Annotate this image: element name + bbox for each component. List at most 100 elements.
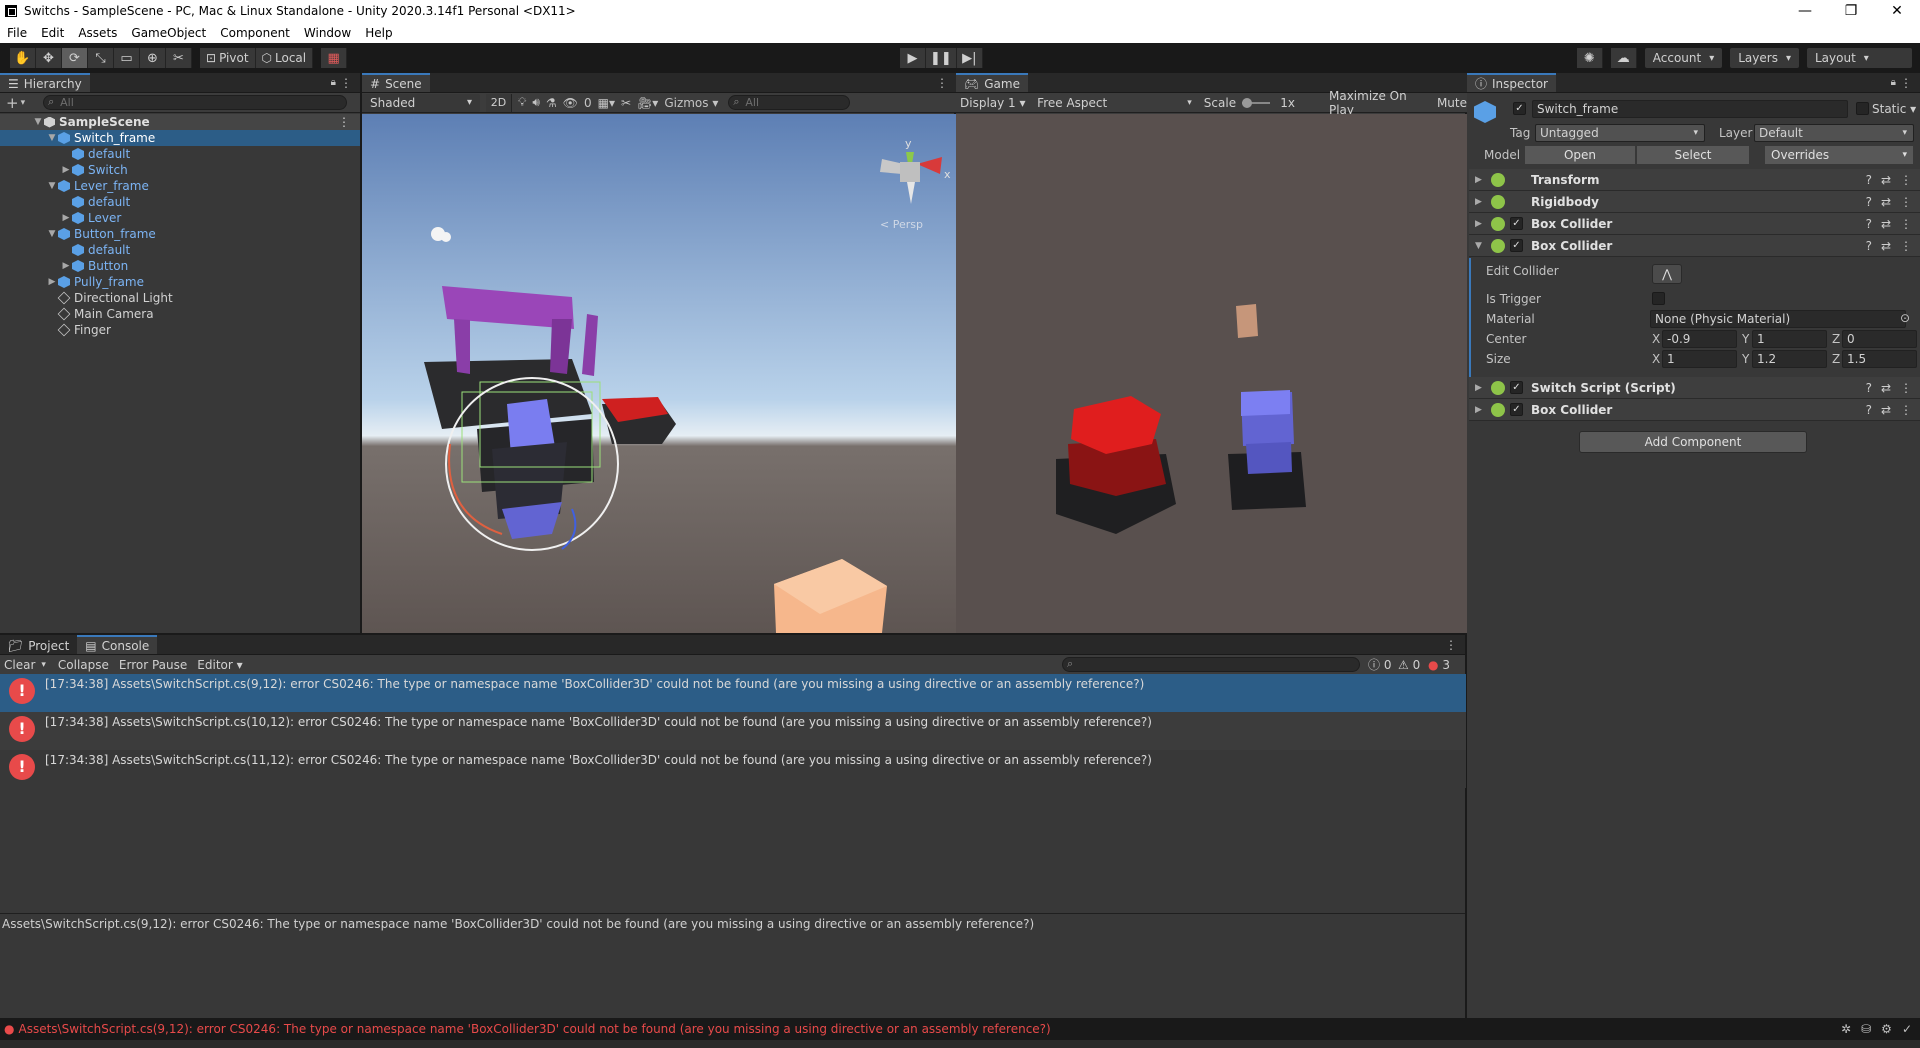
panel-menu-icon[interactable]: ⋮ bbox=[340, 76, 352, 90]
hierarchy-item[interactable]: ▼ Button_frame bbox=[0, 226, 360, 242]
persp-label[interactable]: < Persp bbox=[880, 218, 923, 231]
clear-button[interactable]: Clear bbox=[0, 658, 39, 672]
visibility-icon[interactable]: 👁︎ bbox=[563, 96, 578, 110]
foldout-arrow-icon[interactable]: ▶ bbox=[1475, 175, 1489, 185]
console-log-entry[interactable]: ! [17:34:38] Assets\SwitchScript.cs(9,12)… bbox=[0, 674, 1466, 712]
scene-viewport[interactable]: y x < Persp bbox=[362, 114, 956, 633]
material-picker-icon[interactable]: ⊙ bbox=[1900, 311, 1910, 325]
context-menu-icon[interactable]: ⋮ bbox=[1900, 195, 1912, 209]
camera-settings-icon[interactable]: 🎥︎▾ bbox=[637, 96, 658, 110]
presets-icon[interactable]: ⇄ bbox=[1881, 217, 1891, 231]
component-header[interactable]: ▶ ✓ Switch Script (Script)? ⇄ ⋮ bbox=[1469, 377, 1920, 399]
effects-toggle-icon[interactable]: ⚗ bbox=[546, 96, 557, 110]
scene-search-input[interactable]: All bbox=[728, 95, 851, 110]
help-icon[interactable]: ? bbox=[1866, 173, 1872, 187]
help-icon[interactable]: ? bbox=[1866, 195, 1872, 209]
component-header[interactable]: ▶ Transform? ⇄ ⋮ bbox=[1469, 169, 1920, 191]
hierarchy-item[interactable]: ▼ Lever_frame bbox=[0, 178, 360, 194]
hierarchy-item[interactable]: default bbox=[0, 194, 360, 210]
hand-tool-icon[interactable]: ✋ bbox=[10, 48, 36, 68]
tab-scene[interactable]: # Scene bbox=[362, 73, 430, 92]
center-z-field[interactable]: 0 bbox=[1842, 330, 1917, 348]
context-menu-icon[interactable]: ⋮ bbox=[1900, 403, 1912, 417]
size-x-field[interactable]: 1 bbox=[1662, 350, 1737, 368]
menu-file[interactable]: File bbox=[0, 26, 34, 40]
account-dropdown[interactable]: Account bbox=[1644, 48, 1723, 68]
scene-tools-icon[interactable]: ✂ bbox=[621, 96, 631, 110]
presets-icon[interactable]: ⇄ bbox=[1881, 239, 1891, 253]
expand-arrow-icon[interactable]: ▶ bbox=[60, 165, 72, 175]
scale-tool-icon[interactable]: ⤡ bbox=[88, 48, 114, 68]
expand-arrow-icon[interactable]: ▼ bbox=[46, 181, 58, 191]
component-enabled-checkbox[interactable]: ✓ bbox=[1510, 239, 1523, 252]
lock-icon[interactable]: 🔒︎ bbox=[331, 77, 336, 88]
editor-dropdown[interactable]: Editor ▾ bbox=[193, 658, 246, 672]
menu-gameobject[interactable]: GameObject bbox=[124, 26, 213, 40]
help-icon[interactable]: ? bbox=[1866, 403, 1872, 417]
finger-object[interactable] bbox=[1236, 304, 1258, 338]
object-name-input[interactable]: Switch_frame bbox=[1532, 100, 1848, 118]
context-menu-icon[interactable]: ⋮ bbox=[1900, 217, 1912, 231]
auto-generate-lighting-icon[interactable]: ✲ bbox=[1841, 1022, 1851, 1036]
pause-button[interactable]: ❚❚ bbox=[926, 48, 957, 68]
expand-arrow-icon[interactable]: ▼ bbox=[32, 117, 44, 127]
tab-hierarchy[interactable]: ☰ Hierarchy bbox=[0, 73, 90, 92]
center-x-field[interactable]: -0.9 bbox=[1662, 330, 1737, 348]
expand-arrow-icon[interactable]: ▶ bbox=[60, 261, 72, 271]
is-trigger-checkbox[interactable] bbox=[1652, 292, 1665, 305]
console-log-entry[interactable]: ! [17:34:38] Assets\SwitchScript.cs(11,12… bbox=[0, 750, 1466, 788]
menu-help[interactable]: Help bbox=[358, 26, 399, 40]
material-field[interactable]: None (Physic Material) bbox=[1650, 310, 1906, 328]
grid-snap-icon[interactable]: ▦ bbox=[321, 48, 348, 68]
hierarchy-item[interactable]: ▶ Switch bbox=[0, 162, 360, 178]
local-toggle[interactable]: ⬡ Local bbox=[255, 48, 314, 68]
cache-server-icon[interactable]: ⛁ bbox=[1861, 1022, 1871, 1036]
help-icon[interactable]: ? bbox=[1866, 381, 1872, 395]
menu-window[interactable]: Window bbox=[297, 26, 358, 40]
overrides-dropdown[interactable]: Overrides ▾ bbox=[1765, 146, 1913, 164]
expand-arrow-icon[interactable]: ▶ bbox=[60, 213, 72, 223]
maximize-button[interactable]: ❐ bbox=[1828, 0, 1874, 22]
center-y-field[interactable]: 1 bbox=[1752, 330, 1827, 348]
gizmos-dropdown[interactable]: Gizmos ▾ bbox=[664, 96, 718, 110]
presets-icon[interactable]: ⇄ bbox=[1881, 403, 1891, 417]
edit-collider-button[interactable]: ⋀ bbox=[1652, 264, 1682, 284]
foldout-arrow-icon[interactable]: ▶ bbox=[1475, 197, 1489, 207]
component-enabled-checkbox[interactable]: ✓ bbox=[1510, 217, 1523, 230]
hierarchy-item[interactable]: Main Camera bbox=[0, 306, 360, 322]
rotate-tool-icon[interactable]: ⟳ bbox=[62, 48, 88, 68]
component-header[interactable]: ▶ Rigidbody? ⇄ ⋮ bbox=[1469, 191, 1920, 213]
tab-game[interactable]: 🎮︎ Game bbox=[956, 73, 1028, 92]
hierarchy-item[interactable]: Directional Light bbox=[0, 290, 360, 306]
expand-arrow-icon[interactable]: ▶ bbox=[46, 277, 58, 287]
static-checkbox[interactable] bbox=[1856, 102, 1869, 115]
tab-console[interactable]: ▤ Console bbox=[77, 635, 158, 654]
progress-icon[interactable]: ⚙ bbox=[1881, 1022, 1892, 1036]
mute-toggle[interactable]: Mute bbox=[1437, 96, 1467, 110]
component-header[interactable]: ▼ ✓ Box Collider? ⇄ ⋮ bbox=[1469, 235, 1920, 257]
scene-menu-icon[interactable]: ⋮ bbox=[338, 115, 350, 129]
game-viewport[interactable] bbox=[956, 114, 1467, 633]
component-enabled-checkbox[interactable]: ✓ bbox=[1510, 403, 1523, 416]
scale-slider[interactable] bbox=[1242, 97, 1271, 108]
info-toggle[interactable]: ⓘ 0 bbox=[1368, 656, 1391, 673]
hierarchy-item[interactable]: default bbox=[0, 242, 360, 258]
clear-dropdown-icon[interactable]: ▾ bbox=[41, 660, 46, 670]
layers-dropdown[interactable]: Layers bbox=[1730, 48, 1799, 68]
console-search-input[interactable] bbox=[1062, 657, 1360, 672]
hierarchy-item[interactable]: default bbox=[0, 146, 360, 162]
minimize-button[interactable]: — bbox=[1782, 0, 1828, 22]
mode-2d-toggle[interactable]: 2D bbox=[486, 93, 512, 112]
hierarchy-search-input[interactable]: All bbox=[43, 95, 348, 110]
aspect-dropdown[interactable]: Free Aspect bbox=[1037, 96, 1187, 110]
component-header[interactable]: ▶ ✓ Box Collider? ⇄ ⋮ bbox=[1469, 399, 1920, 421]
layout-dropdown[interactable]: Layout bbox=[1807, 48, 1912, 68]
console-log-entry[interactable]: ! [17:34:38] Assets\SwitchScript.cs(10,12… bbox=[0, 712, 1466, 750]
context-menu-icon[interactable]: ⋮ bbox=[1900, 239, 1912, 253]
tag-dropdown[interactable]: Untagged ▾ bbox=[1535, 124, 1705, 142]
component-enabled-checkbox[interactable]: ✓ bbox=[1510, 381, 1523, 394]
foldout-arrow-icon[interactable]: ▶ bbox=[1475, 405, 1489, 415]
scene-menu-icon[interactable]: ⋮ bbox=[936, 76, 948, 90]
transform-tool-icon[interactable]: ⊕ bbox=[140, 48, 166, 68]
collab-cloud-icon[interactable]: ☁ bbox=[1610, 48, 1637, 68]
